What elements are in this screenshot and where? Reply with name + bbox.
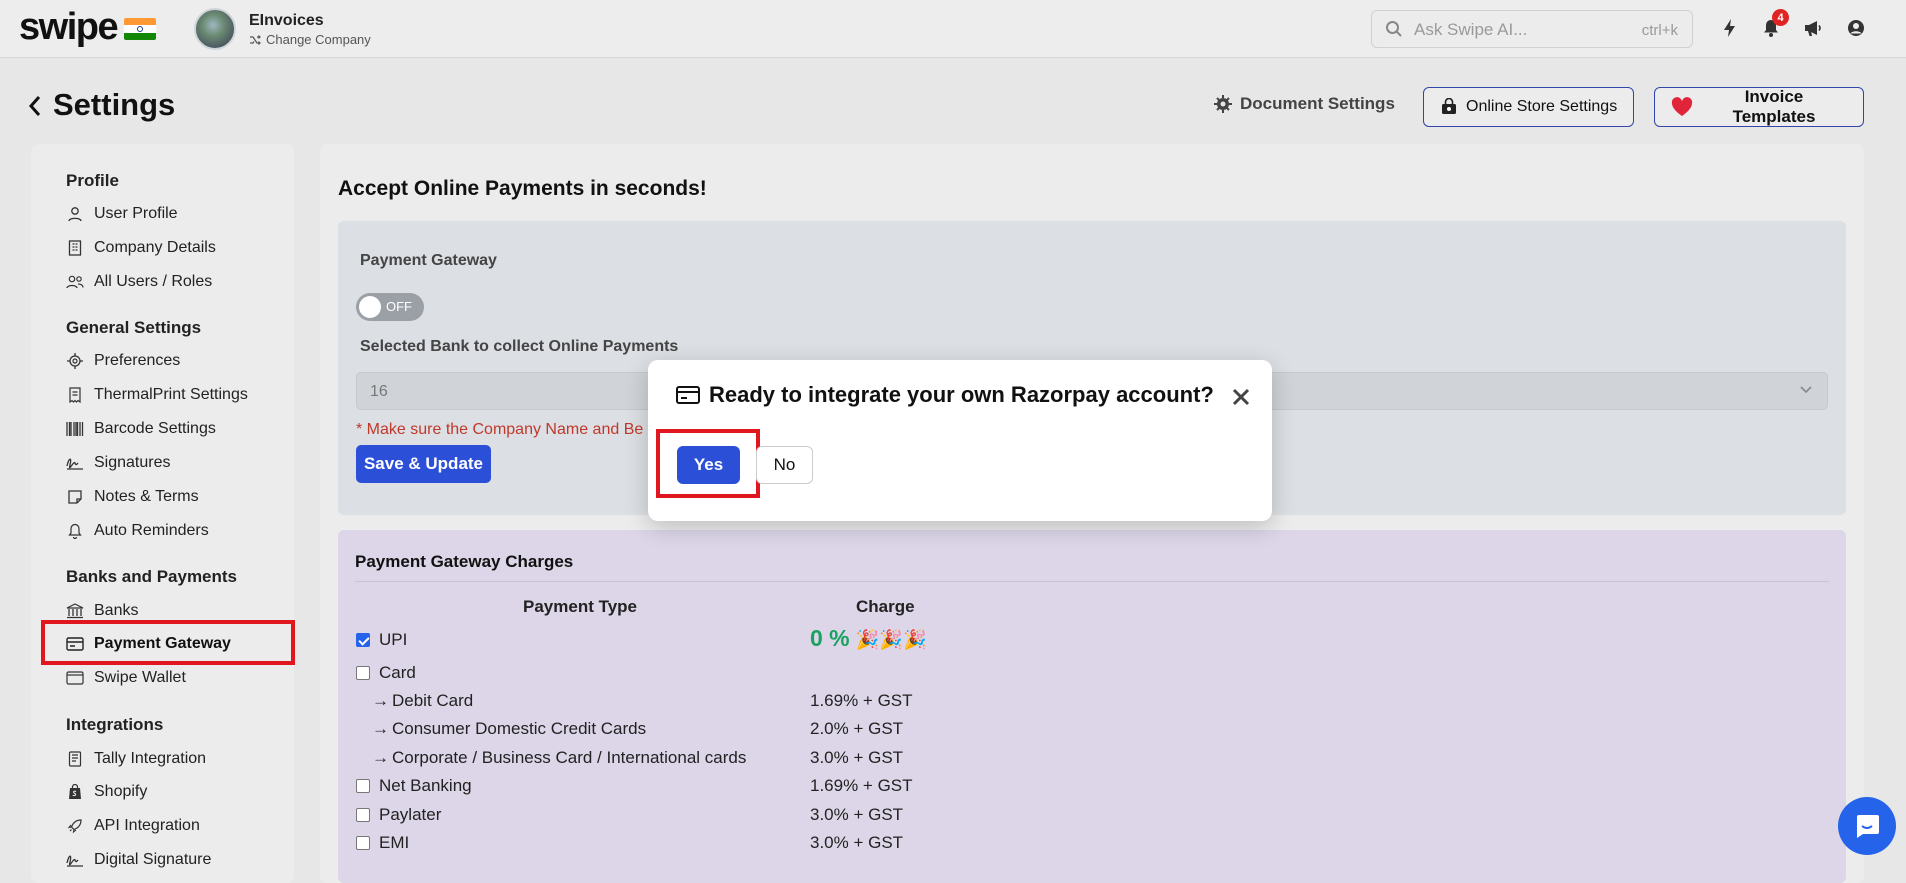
top-bar: swipe EInvoices Change Company ctrl+k 4: [0, 0, 1906, 58]
yes-button[interactable]: Yes: [677, 446, 740, 484]
razorpay-confirm-dialog: Ready to integrate your own Razorpay acc…: [648, 360, 1272, 521]
shuffle-icon: [250, 34, 261, 45]
company-name[interactable]: EInvoices: [249, 12, 324, 30]
change-company-link[interactable]: Change Company: [249, 32, 371, 47]
search-input[interactable]: [1414, 19, 1614, 41]
user-icon[interactable]: [1843, 15, 1869, 41]
search-shortcut: ctrl+k: [1641, 22, 1678, 39]
dialog-title: Ready to integrate your own Razorpay acc…: [676, 382, 1214, 408]
search-icon: [1386, 21, 1402, 37]
search-box[interactable]: ctrl+k: [1371, 10, 1693, 48]
no-button[interactable]: No: [756, 446, 813, 484]
notification-badge: 4: [1772, 9, 1789, 26]
india-flag-icon: [124, 18, 156, 40]
close-icon[interactable]: [1230, 386, 1252, 408]
lightning-icon[interactable]: [1717, 15, 1743, 41]
chat-icon: [1857, 815, 1879, 838]
dialog-title-text: Ready to integrate your own Razorpay acc…: [709, 382, 1214, 407]
company-avatar[interactable]: [194, 8, 236, 50]
credit-card-icon: [676, 386, 700, 404]
megaphone-icon[interactable]: [1800, 15, 1826, 41]
chat-support-button[interactable]: [1838, 797, 1896, 855]
change-company-label: Change Company: [266, 32, 371, 47]
swipe-logo[interactable]: swipe: [19, 6, 119, 49]
